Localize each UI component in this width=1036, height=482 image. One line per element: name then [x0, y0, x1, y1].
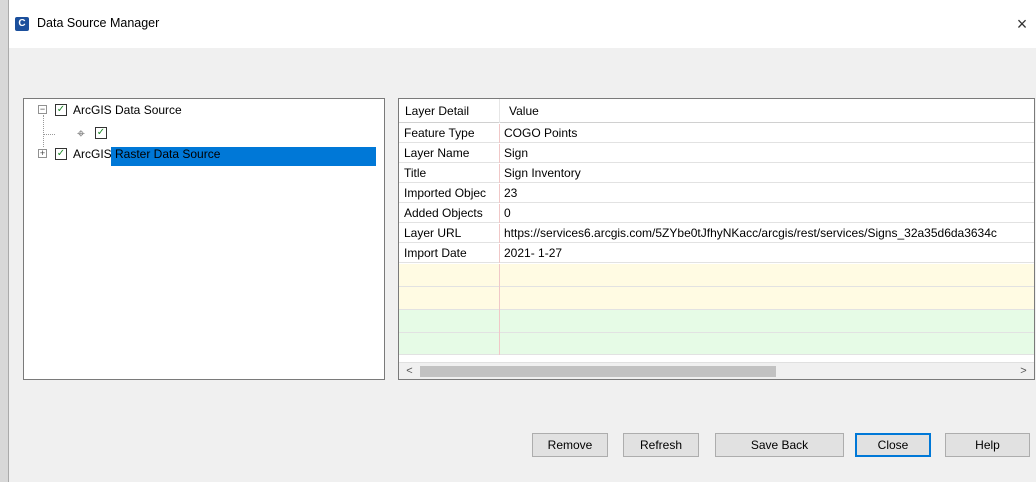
point-layer-icon: ⌖: [77, 125, 85, 141]
expand-icon[interactable]: +: [38, 149, 47, 158]
cell-layer-detail: Title: [399, 164, 500, 183]
tree-item-arcgis-raster-data-source[interactable]: + ✓ ArcGIS Raster Data Source: [24, 145, 384, 163]
column-header-layer-detail[interactable]: Layer Detail: [399, 99, 500, 123]
tree-item-label: ArcGIS Data Source: [73, 103, 182, 117]
empty-row[interactable]: [399, 333, 1034, 355]
cell-value[interactable]: [501, 310, 1034, 333]
table-row[interactable]: Imported Objec 23: [399, 184, 1034, 203]
cell-layer-detail: [399, 287, 500, 310]
layer-detail-grid: Layer Detail Value Feature Type COGO Poi…: [398, 98, 1035, 380]
tree-item-label: Sign: [115, 126, 140, 140]
empty-row[interactable]: [399, 310, 1034, 333]
save-back-button[interactable]: Save Back: [715, 433, 844, 457]
table-row[interactable]: Layer Name Sign: [399, 144, 1034, 163]
collapse-icon[interactable]: −: [38, 105, 47, 114]
empty-row[interactable]: [399, 287, 1034, 310]
cell-value[interactable]: [501, 264, 1034, 287]
cell-layer-detail: Layer Name: [399, 144, 500, 163]
horizontal-scrollbar[interactable]: < >: [399, 362, 1034, 379]
cell-value[interactable]: 23: [501, 184, 1034, 203]
checkbox-arcgis-data-source[interactable]: ✓: [55, 104, 67, 116]
app-logo-icon: C: [15, 17, 29, 31]
cell-value[interactable]: COGO Points: [501, 124, 1034, 143]
grid-header-row: Layer Detail Value: [399, 99, 1034, 123]
cell-layer-detail: [399, 310, 500, 333]
close-window-icon[interactable]: ×: [1008, 10, 1036, 38]
table-row[interactable]: Added Objects 0: [399, 204, 1034, 223]
table-row[interactable]: Feature Type COGO Points: [399, 124, 1034, 143]
table-row[interactable]: Title Sign Inventory: [399, 164, 1034, 183]
cell-value[interactable]: 2021- 1-27: [501, 244, 1034, 263]
help-button[interactable]: Help: [945, 433, 1030, 457]
cell-layer-detail: Import Date: [399, 244, 500, 263]
remove-button[interactable]: Remove: [532, 433, 608, 457]
cell-value[interactable]: [501, 333, 1034, 355]
scrollbar-thumb[interactable]: [420, 366, 776, 377]
checkbox-sign[interactable]: ✓: [95, 127, 107, 139]
close-button[interactable]: Close: [855, 433, 931, 457]
scroll-right-icon[interactable]: >: [1015, 363, 1032, 379]
cell-value[interactable]: Sign: [501, 144, 1034, 163]
cell-layer-detail: Imported Objec: [399, 184, 500, 203]
window-title: Data Source Manager: [37, 16, 160, 30]
title-bar: C Data Source Manager ×: [9, 0, 1036, 48]
cell-layer-detail: [399, 264, 500, 287]
checkbox-arcgis-raster-data-source[interactable]: ✓: [55, 148, 67, 160]
data-source-tree: − ✓ ArcGIS Data Source ⌖ ✓ Sign + ✓ ArcG…: [23, 98, 385, 380]
scroll-left-icon[interactable]: <: [401, 363, 418, 379]
cell-layer-detail: Layer URL: [399, 224, 500, 243]
cell-value[interactable]: https://services6.arcgis.com/5ZYbe0tJfhy…: [501, 224, 1034, 243]
table-row[interactable]: Layer URL https://services6.arcgis.com/5…: [399, 224, 1034, 243]
empty-row[interactable]: [399, 264, 1034, 287]
tree-item-sign[interactable]: ⌖ ✓ Sign: [24, 123, 384, 166]
cell-layer-detail: [399, 333, 500, 355]
data-source-manager-dialog: C Data Source Manager × − ✓ ArcGIS Data …: [8, 0, 1036, 482]
cell-value[interactable]: 0: [501, 204, 1034, 223]
cell-value[interactable]: [501, 287, 1034, 310]
column-header-value[interactable]: Value: [501, 99, 1034, 123]
cell-layer-detail: Added Objects: [399, 204, 500, 223]
cell-value[interactable]: Sign Inventory: [501, 164, 1034, 183]
tree-item-arcgis-data-source[interactable]: − ✓ ArcGIS Data Source: [24, 101, 384, 119]
cell-layer-detail: Feature Type: [399, 124, 500, 143]
refresh-button[interactable]: Refresh: [623, 433, 699, 457]
tree-item-label: ArcGIS Raster Data Source: [73, 147, 221, 161]
table-row[interactable]: Import Date 2021- 1-27: [399, 244, 1034, 263]
